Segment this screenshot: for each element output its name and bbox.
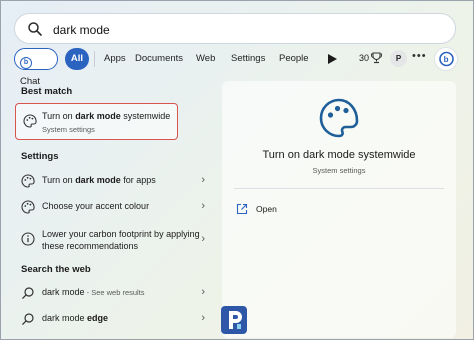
detail-divider: [234, 188, 444, 189]
search-icon: [22, 313, 34, 325]
detail-panel: Turn on dark mode systemwide System sett…: [222, 81, 456, 338]
svg-text:b: b: [444, 55, 449, 64]
more-options-button[interactable]: •••: [412, 50, 427, 62]
settings-item-label: Turn on dark mode for apps: [42, 175, 156, 185]
settings-item-accent-colour[interactable]: Choose your accent colour ›: [15, 195, 215, 219]
best-match-title: Turn on dark mode systemwide: [42, 111, 171, 121]
filter-bar: bChat All Apps Documents Web Settings Pe…: [14, 47, 460, 87]
rewards-points: 30: [359, 53, 370, 63]
best-match-item[interactable]: Turn on dark mode systemwide System sett…: [15, 103, 178, 140]
bing-button[interactable]: b: [434, 47, 458, 71]
chevron-right-icon: ›: [201, 200, 205, 212]
tab-settings[interactable]: Settings: [224, 48, 272, 70]
best-match-heading: Best match: [21, 86, 73, 97]
palette-icon: [23, 114, 37, 128]
chevron-right-icon: ›: [201, 233, 205, 245]
palette-icon: [21, 200, 35, 214]
search-web-heading: Search the web: [21, 264, 91, 275]
tab-documents[interactable]: Documents: [128, 48, 190, 70]
info-icon: [21, 232, 35, 246]
search-box[interactable]: [14, 13, 456, 44]
bing-chat-icon: b: [20, 57, 32, 69]
palette-icon: [21, 174, 35, 188]
settings-item-carbon-footprint[interactable]: Lower your carbon footprint by applying …: [15, 224, 215, 258]
palette-icon: [319, 98, 359, 138]
open-external-icon: [236, 203, 248, 215]
web-result-dark-mode-edge[interactable]: dark mode edge ›: [15, 307, 215, 331]
tab-web[interactable]: Web: [189, 48, 222, 70]
tab-all[interactable]: All: [65, 48, 89, 70]
search-icon: [28, 22, 42, 36]
open-label: Open: [256, 204, 277, 214]
settings-item-dark-mode-apps[interactable]: Turn on dark mode for apps ›: [15, 169, 215, 193]
web-result-label: dark mode - See web results: [42, 287, 145, 297]
site-logo: [221, 306, 247, 334]
play-icon[interactable]: [328, 54, 337, 64]
search-input[interactable]: [51, 19, 415, 41]
settings-item-label: Lower your carbon footprint by applying …: [42, 229, 200, 251]
detail-subtitle: System settings: [312, 166, 366, 175]
detail-title: Turn on dark mode systemwide: [262, 149, 416, 161]
bing-icon: b: [439, 51, 454, 67]
settings-item-label: Choose your accent colour: [42, 201, 150, 211]
chevron-right-icon: ›: [201, 174, 205, 186]
search-icon: [22, 287, 34, 299]
settings-heading: Settings: [21, 151, 59, 162]
chevron-right-icon: ›: [201, 312, 205, 324]
web-result-dark-mode[interactable]: dark mode - See web results ›: [15, 281, 215, 305]
chevron-right-icon: ›: [201, 286, 205, 298]
open-action[interactable]: Open: [236, 201, 316, 219]
trophy-icon: [371, 52, 382, 64]
best-match-subtitle: System settings: [42, 125, 95, 134]
web-result-label: dark mode edge: [42, 313, 109, 323]
profile-avatar[interactable]: P: [390, 50, 407, 67]
filter-divider: [94, 51, 95, 67]
tab-people[interactable]: People: [272, 48, 316, 70]
chat-button[interactable]: bChat: [14, 48, 58, 87]
